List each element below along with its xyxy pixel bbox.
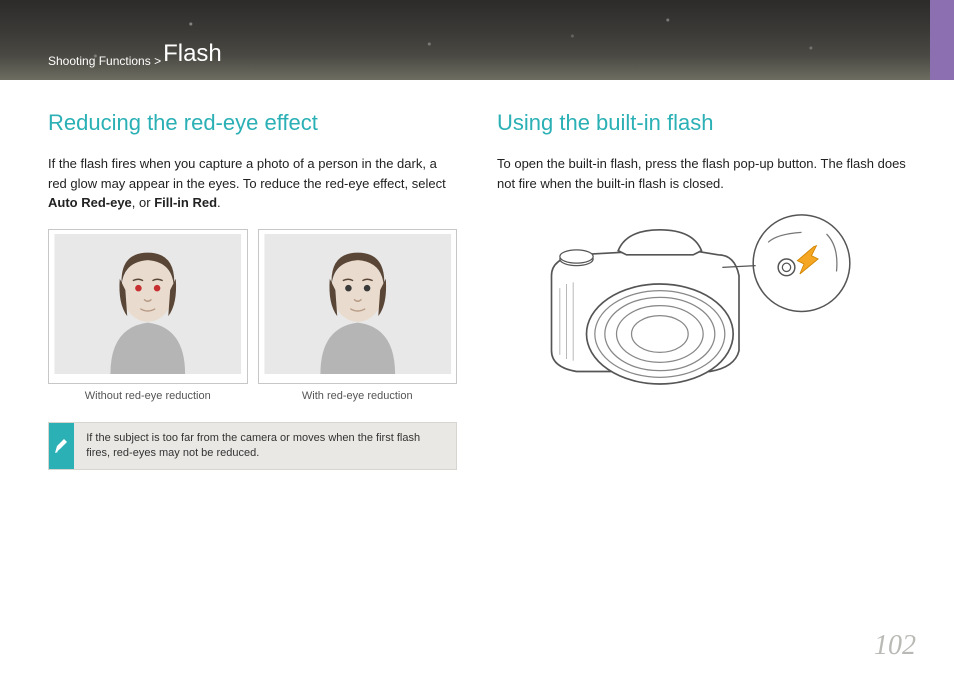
text-segment: . — [217, 195, 221, 210]
page-title: Flash — [163, 40, 222, 68]
text-segment: , or — [132, 195, 154, 210]
caption-with: With red-eye reduction — [258, 390, 458, 402]
bold-fill-in-red: Fill-in Red — [154, 195, 217, 210]
caption-without: Without red-eye reduction — [48, 390, 248, 402]
note-text: If the subject is too far from the camer… — [74, 423, 456, 470]
paragraph-red-eye: If the flash fires when you capture a ph… — [48, 154, 457, 213]
heading-red-eye: Reducing the red-eye effect — [48, 110, 457, 136]
page-number: 102 — [874, 630, 916, 662]
pen-icon — [52, 436, 72, 456]
figure-with-reduction — [258, 229, 458, 384]
caption-row: Without red-eye reduction With red-eye r… — [48, 390, 457, 402]
header-banner: Shooting Functions > Flash — [0, 0, 954, 80]
left-column: Reducing the red-eye effect If the flash… — [48, 110, 457, 470]
text-segment: If the flash fires when you capture a ph… — [48, 156, 446, 191]
figure-without-reduction — [48, 229, 248, 384]
note-icon — [49, 423, 74, 470]
note-box: If the subject is too far from the camer… — [48, 422, 457, 471]
breadcrumb: Shooting Functions > — [48, 54, 161, 68]
heading-builtin-flash: Using the built-in flash — [497, 110, 906, 136]
portrait-normal-eyes-icon — [263, 234, 453, 374]
content-area: Reducing the red-eye effect If the flash… — [0, 80, 954, 470]
side-tab — [930, 0, 954, 80]
portrait-red-eyes-icon — [53, 234, 243, 374]
figure-row — [48, 229, 457, 384]
camera-illustration-icon — [497, 209, 906, 409]
paragraph-builtin-flash: To open the built-in flash, press the fl… — [497, 154, 906, 193]
bold-auto-red-eye: Auto Red-eye — [48, 195, 132, 210]
right-column: Using the built-in flash To open the bui… — [497, 110, 906, 470]
